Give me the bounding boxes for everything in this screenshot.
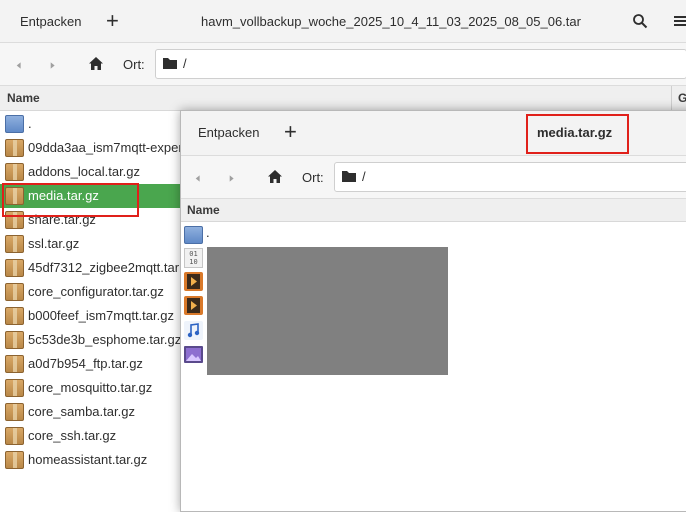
redacted-area <box>207 247 448 375</box>
window-title: havm_vollbackup_woche_2025_10_4_11_03_20… <box>201 14 581 29</box>
archive-icon <box>5 163 24 181</box>
location-label: Ort: <box>302 170 324 185</box>
extract-button[interactable]: Entpacken <box>198 125 259 140</box>
folder-entry[interactable]: . <box>206 225 210 240</box>
column-name[interactable]: Name <box>7 91 40 105</box>
file-name: 09dda3aa_ism7mqtt-expert <box>28 140 187 155</box>
audio-file-icon[interactable] <box>184 321 203 340</box>
file-name: 5c53de3b_esphome.tar.gz <box>28 332 182 347</box>
archive-icon <box>5 259 24 277</box>
archive-icon <box>5 283 24 301</box>
highlight-box-title <box>526 114 629 154</box>
location-bar-media: 🢐 🢒 Ort: / <box>181 156 686 199</box>
archive-window-media: Entpacken + media.tar.gz 🢐 🢒 Ort: / Name… <box>180 110 686 512</box>
search-icon[interactable] <box>632 13 648 29</box>
video-file-icon[interactable] <box>184 272 203 291</box>
file-name: core_ssh.tar.gz <box>28 428 117 443</box>
header-bar: Entpacken + havm_vollbackup_woche_2025_1… <box>0 0 686 43</box>
image-file-icon[interactable] <box>184 346 203 363</box>
location-label: Ort: <box>123 57 145 72</box>
location-field[interactable]: / <box>334 162 686 192</box>
file-name: homeassistant.tar.gz <box>28 452 148 467</box>
column-header: Name G <box>0 86 686 111</box>
location-path: / <box>362 169 366 184</box>
home-icon[interactable] <box>267 169 283 184</box>
file-name: . <box>28 116 32 131</box>
archive-icon <box>5 451 24 469</box>
file-name: core_samba.tar.gz <box>28 404 135 419</box>
column-separator[interactable] <box>671 86 672 110</box>
column-second[interactable]: G <box>678 91 686 105</box>
location-path: / <box>183 56 187 71</box>
file-name: 45df7312_zigbee2mqtt.tar <box>28 260 180 275</box>
back-arrow-icon[interactable]: 🢐 <box>16 55 21 79</box>
file-name: b000feef_ism7mqtt.tar.gz <box>28 308 174 323</box>
menu-icon[interactable] <box>672 14 686 28</box>
archive-icon <box>5 355 24 373</box>
location-bar: 🢐 🢒 Ort: / <box>0 43 686 86</box>
archive-icon <box>5 139 24 157</box>
file-name: addons_local.tar.gz <box>28 164 141 179</box>
binary-icon-text: 01 <box>189 250 198 258</box>
add-icon[interactable]: + <box>106 10 119 32</box>
file-name: core_configurator.tar.gz <box>28 284 164 299</box>
location-field[interactable]: / <box>155 49 686 79</box>
archive-icon <box>5 403 24 421</box>
forward-arrow-icon[interactable]: 🢒 <box>229 168 234 192</box>
folder-icon[interactable] <box>184 226 203 244</box>
file-name: a0d7b954_ftp.tar.gz <box>28 356 143 371</box>
column-name[interactable]: Name <box>187 203 220 217</box>
forward-arrow-icon[interactable]: 🢒 <box>50 55 55 79</box>
file-name: ssl.tar.gz <box>28 236 80 251</box>
back-arrow-icon[interactable]: 🢐 <box>195 168 200 192</box>
binary-file-icon[interactable]: 01 10 <box>184 248 203 268</box>
folder-icon <box>5 115 24 133</box>
archive-icon <box>5 307 24 325</box>
archive-icon <box>5 235 24 253</box>
column-header-media: Name <box>181 199 686 222</box>
home-icon[interactable] <box>88 56 104 71</box>
video-file-icon[interactable] <box>184 296 203 315</box>
highlight-box-media <box>2 183 139 217</box>
archive-icon <box>5 379 24 397</box>
folder-icon <box>342 171 356 182</box>
archive-icon <box>5 331 24 349</box>
folder-icon <box>163 58 177 69</box>
archive-icon <box>5 427 24 445</box>
file-name: core_mosquitto.tar.gz <box>28 380 153 395</box>
extract-button[interactable]: Entpacken <box>20 14 81 29</box>
binary-icon-text: 10 <box>189 258 198 266</box>
add-icon[interactable]: + <box>284 121 297 143</box>
